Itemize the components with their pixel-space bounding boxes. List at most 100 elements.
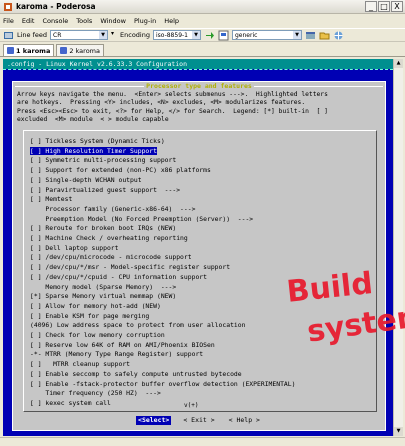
config-option-label: Memory model (Sparse Memory) --->	[30, 282, 177, 291]
help-line: Press <Esc><Esc> to exit, <?> for Help, …	[17, 107, 328, 115]
config-option-row[interactable]: [ ] Memtest	[30, 195, 72, 203]
dialog-buttons: <Select> < Exit > < Help >	[13, 416, 385, 425]
window-titlebar: karoma - Poderosa _ □ X	[0, 0, 405, 14]
config-option-label: -*- MTRR (Memory Type Range Register) su…	[30, 350, 204, 359]
scroll-up-icon[interactable]: ▲	[394, 59, 403, 68]
maximize-button[interactable]: □	[378, 1, 390, 12]
config-option-label: [ ] Enable KSM for page merging	[30, 311, 150, 320]
config-option-row[interactable]: [ ] kexec system call	[30, 399, 111, 407]
config-option-row[interactable]: Preemption Model (No Forced Preemption (…	[30, 215, 253, 223]
config-option-row[interactable]: [ ] Reserve low 64K of RAM on AMI/Phoeni…	[30, 341, 215, 349]
tab-karoma-2[interactable]: 2 karoma	[56, 44, 104, 56]
line-feed-value: CR	[53, 31, 62, 39]
terminal-type-select[interactable]: generic ▼	[232, 30, 302, 40]
menu-console[interactable]: Console	[42, 17, 68, 25]
toolbar: Line feed CR ▼ ▾ Encoding iso-8859-1 ▼ g…	[0, 28, 405, 42]
config-option-row[interactable]: [ ] Single-depth WCHAN output	[30, 176, 142, 184]
new-connection-icon[interactable]	[3, 30, 14, 41]
config-option-label: [ ] /dev/cpu/*/msr - Model-specific regi…	[30, 263, 231, 272]
chevron-down-icon: ▼	[192, 31, 200, 39]
menu-tools[interactable]: Tools	[76, 17, 92, 25]
minimize-button[interactable]: _	[365, 1, 377, 12]
config-option-row[interactable]: [ ] Enable -fstack-protector buffer over…	[30, 380, 295, 388]
config-option-row[interactable]: [ ] /dev/cpu/microcode - microcode suppo…	[30, 253, 192, 261]
terminal-view[interactable]: .config - Linux Kernel v2.6.33.3 Configu…	[3, 59, 393, 436]
config-option-row[interactable]: [ ] Enable KSM for page merging	[30, 312, 149, 320]
help-line: are hotkeys. Pressing <Y> includes, <N> …	[17, 99, 306, 107]
config-option-label: [ ] /dev/cpu/*/cpuid - CPU information s…	[30, 272, 207, 281]
config-option-row[interactable]: Timer frequency (250 HZ) --->	[30, 389, 161, 398]
help-line: Arrow keys navigate the menu. <Enter> se…	[17, 91, 328, 98]
config-option-label: [ ] Support for extended (non-PC) x86 pl…	[30, 166, 211, 175]
chevron-down-icon: ▼	[293, 31, 301, 39]
config-option-row[interactable]: -*- MTRR (Memory Type Range Register) su…	[30, 350, 203, 358]
select-button[interactable]: <Select>	[136, 416, 172, 425]
line-feed-select[interactable]: CR ▼	[50, 30, 109, 40]
poderosa-app-icon	[4, 2, 12, 11]
help-button[interactable]: < Help >	[227, 416, 262, 425]
folder-icon[interactable]	[319, 30, 330, 41]
encoding-label: Encoding	[120, 31, 150, 39]
menu-window[interactable]: Window	[100, 17, 126, 25]
config-option-row[interactable]: [ ] Dell laptop support	[30, 244, 119, 252]
config-option-row[interactable]: Memory model (Sparse Memory) --->	[30, 283, 176, 291]
encoding-value: iso-8859-1	[156, 31, 188, 39]
scroll-down-icon[interactable]: ▼	[394, 427, 403, 436]
config-option-row[interactable]: [ ] MTRR cleanup support	[30, 360, 130, 368]
config-option-label: [ ] Enable -fstack-protector buffer over…	[30, 379, 296, 388]
config-option-label: [ ] High Resolution Timer Support	[30, 146, 157, 155]
config-option-label: [ ] Single-depth WCHAN output	[30, 175, 142, 184]
menu-plugin[interactable]: Plug-in	[134, 17, 156, 25]
config-option-row[interactable]: (4096) Low address space to protect from…	[30, 321, 245, 329]
help-line: excluded <M> module < > module capable	[17, 116, 169, 124]
config-option-label: [ ] Enable seccomp to safely compute unt…	[30, 369, 242, 378]
close-button[interactable]: X	[391, 1, 403, 12]
config-option-row[interactable]: [*] Sparse Memory virtual memmap (NEW)	[30, 292, 176, 300]
dialog-title-wrap: Processor type and features	[13, 82, 385, 90]
tab-karoma-1[interactable]: 1 karoma	[3, 44, 55, 56]
help-text: Arrow keys navigate the menu. <Enter> se…	[17, 91, 383, 125]
config-option-row[interactable]: [ ] Enable seccomp to safely compute unt…	[30, 370, 242, 378]
config-option-label: [ ] Machine Check / overheating reportin…	[30, 234, 188, 242]
menu-bar: File Edit Console Tools Window Plug-in H…	[0, 15, 405, 27]
terminal-type-value: generic	[235, 31, 258, 39]
config-option-label: [ ] Memtest	[30, 195, 73, 204]
menu-file[interactable]: File	[3, 17, 14, 25]
config-option-row[interactable]: [ ] Support for extended (non-PC) x86 pl…	[30, 166, 211, 174]
layout-icon[interactable]	[305, 30, 316, 41]
config-option-label: Timer frequency (250 HZ) --->	[30, 389, 161, 398]
network-icon[interactable]	[333, 30, 344, 41]
config-option-label: [ ] MTRR cleanup support	[30, 360, 131, 369]
config-option-row[interactable]: [ ] /dev/cpu/*/cpuid - CPU information s…	[30, 273, 207, 281]
config-option-row[interactable]: [ ] Symmetric multi-processing support	[30, 156, 176, 164]
config-option-row[interactable]: [ ] Check for low memory corruption	[30, 331, 165, 339]
config-option-row[interactable]: [ ] Machine Check / overheating reportin…	[30, 234, 188, 242]
menuconfig-dialog: Processor type and features Arrow keys n…	[12, 81, 386, 431]
config-option-label: [ ] Tickless System (Dynamic Ticks)	[30, 137, 165, 145]
config-option-label: Processor family (Generic-x86-64) --->	[30, 204, 196, 213]
exit-button[interactable]: < Exit >	[181, 416, 216, 425]
config-option-row[interactable]: Processor family (Generic-x86-64) --->	[30, 205, 195, 213]
chevron-down-icon: ▼	[99, 31, 108, 39]
menu-help[interactable]: Help	[164, 17, 179, 25]
menu-edit[interactable]: Edit	[22, 17, 35, 25]
config-option-label: [ ] Check for low memory corruption	[30, 331, 165, 339]
dialog-title: Processor type and features	[144, 82, 254, 90]
session-tabs: 1 karoma 2 karoma	[0, 43, 405, 57]
config-option-row[interactable]: [ ] High Resolution Timer Support	[30, 146, 157, 155]
terminal-settings-icon[interactable]	[218, 30, 229, 41]
header-divider	[3, 69, 393, 70]
config-option-row[interactable]: [ ] Allow for memory hot-add (NEW)	[30, 302, 161, 310]
config-option-row[interactable]: [ ] Tickless System (Dynamic Ticks)	[30, 137, 165, 145]
config-option-row[interactable]: [ ] Paravirtualized guest support --->	[30, 186, 180, 194]
status-bar	[0, 437, 405, 446]
config-option-label: [ ] Reroute for broken boot IRQs (NEW)	[30, 224, 177, 233]
arrow-right-icon[interactable]	[204, 30, 215, 41]
config-option-label: [ ] /dev/cpu/microcode - microcode suppo…	[30, 253, 192, 262]
config-option-row[interactable]: [ ] /dev/cpu/*/msr - Model-specific regi…	[30, 263, 230, 271]
line-feed-label: Line feed	[17, 31, 48, 39]
config-option-label: [ ] kexec system call	[30, 398, 111, 407]
encoding-select[interactable]: iso-8859-1 ▼	[153, 30, 201, 40]
config-option-row[interactable]: [ ] Reroute for broken boot IRQs (NEW)	[30, 224, 176, 232]
terminal-scrollbar[interactable]: ▲ ▼	[393, 59, 403, 436]
